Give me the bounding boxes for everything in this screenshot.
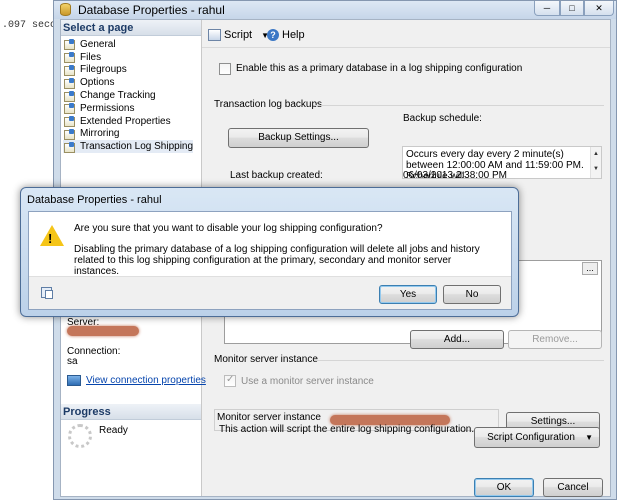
- page-label: Files: [80, 51, 102, 63]
- copy-icon[interactable]: [41, 287, 53, 299]
- tlog-backups-label: Transaction log backups: [214, 99, 323, 110]
- add-button[interactable]: Add...: [410, 330, 504, 349]
- dialog-title: Database Properties - rahul: [27, 194, 162, 206]
- redacted-server-name: [67, 326, 139, 336]
- enable-primary-label: Enable this as a primary database in a l…: [236, 63, 523, 74]
- page-icon: [63, 64, 77, 76]
- dialog-question: Are you sure that you want to disable yo…: [74, 223, 383, 234]
- maximize-button[interactable]: □: [560, 1, 584, 16]
- no-button[interactable]: No: [443, 285, 501, 304]
- progress-status: Ready: [99, 425, 128, 436]
- page-icon: [63, 116, 77, 128]
- backup-schedule-label: Backup schedule:: [403, 113, 482, 124]
- schedule-scrollbar[interactable]: ▲ ▼: [590, 147, 601, 178]
- enable-primary-checkbox[interactable]: [219, 63, 231, 75]
- toolbar: Script ▼ ? Help: [202, 20, 610, 48]
- database-icon: [60, 3, 71, 16]
- script-button[interactable]: Script ▼: [208, 29, 269, 41]
- dialog-detail: Disabling the primary database of a log …: [74, 244, 480, 277]
- minimize-button[interactable]: ─: [534, 1, 560, 16]
- remove-button[interactable]: Remove...: [508, 330, 602, 349]
- page-icon: [63, 77, 77, 89]
- progress-spinner-icon: [68, 424, 92, 448]
- page-label: Permissions: [80, 102, 135, 114]
- ok-button[interactable]: OK: [474, 478, 534, 497]
- script-label: Script: [224, 29, 253, 41]
- page-extended-properties[interactable]: Extended Properties: [63, 115, 193, 128]
- last-backup-value: 06/03/2013 2:38:00 PM: [403, 170, 507, 181]
- warning-exclamation: !: [48, 231, 53, 246]
- page-options[interactable]: Options: [63, 76, 193, 89]
- group-divider: [314, 105, 604, 106]
- page-icon: [63, 103, 77, 115]
- close-button[interactable]: ✕: [584, 1, 614, 16]
- monitor-section-label: Monitor server instance: [214, 354, 318, 365]
- page-icon: [63, 90, 77, 102]
- page-transaction-log-shipping[interactable]: Transaction Log Shipping: [63, 140, 194, 154]
- page-label: General: [80, 38, 116, 50]
- progress-header: Progress: [61, 404, 201, 420]
- page-label: Options: [80, 77, 115, 89]
- page-general[interactable]: General: [63, 38, 193, 51]
- page-filegroups[interactable]: Filegroups: [63, 64, 193, 77]
- page-label: Transaction Log Shipping: [80, 141, 194, 153]
- page-icon: [63, 39, 77, 51]
- page-icon: [63, 141, 77, 153]
- page-files[interactable]: Files: [63, 51, 193, 64]
- help-icon: ?: [267, 29, 279, 41]
- window-titlebar[interactable]: Database Properties - rahul ─ □ ✕: [54, 1, 616, 19]
- page-permissions[interactable]: Permissions: [63, 102, 193, 115]
- console-text: .097 seco: [2, 20, 57, 31]
- page-list: General Files Filegroups Options Change …: [63, 38, 194, 154]
- page-icon: [63, 52, 77, 64]
- use-monitor-label: Use a monitor server instance: [241, 376, 374, 387]
- view-connection-link[interactable]: View connection properties: [86, 375, 206, 386]
- page-change-tracking[interactable]: Change Tracking: [63, 89, 193, 102]
- window-title: Database Properties - rahul: [78, 3, 225, 17]
- page-label: Filegroups: [80, 64, 127, 76]
- page-label: Change Tracking: [80, 90, 156, 102]
- connection-value: sa: [67, 356, 78, 367]
- help-button[interactable]: ? Help: [267, 29, 305, 41]
- dialog-footer: Yes No: [29, 276, 511, 309]
- use-monitor-checkbox[interactable]: [224, 374, 236, 387]
- script-configuration-label: Script Configuration: [487, 432, 575, 443]
- dialog-body: ! Are you sure that you want to disable …: [28, 211, 512, 310]
- yes-button[interactable]: Yes: [379, 285, 437, 304]
- page-label: Extended Properties: [80, 115, 171, 127]
- chevron-down-icon: ▼: [585, 433, 593, 442]
- help-label: Help: [282, 29, 305, 41]
- script-icon: [208, 29, 221, 41]
- select-page-header: Select a page: [61, 20, 201, 36]
- page-label: Mirroring: [80, 128, 120, 140]
- backup-settings-button[interactable]: Backup Settings...: [228, 128, 369, 148]
- script-note: This action will script the entire log s…: [219, 424, 475, 435]
- cancel-button[interactable]: Cancel: [543, 478, 603, 497]
- monitor-instance-label: Monitor server instance: [217, 412, 321, 423]
- script-configuration-button[interactable]: Script Configuration ▼: [474, 427, 600, 448]
- confirm-dialog: Database Properties - rahul ! Are you su…: [20, 187, 519, 317]
- group-divider: [314, 360, 604, 361]
- view-connection-icon: [67, 375, 81, 386]
- page-icon: [63, 128, 77, 140]
- last-backup-label: Last backup created:: [230, 170, 323, 181]
- ellipsis-button[interactable]: ...: [582, 262, 598, 275]
- page-mirroring[interactable]: Mirroring: [63, 128, 193, 141]
